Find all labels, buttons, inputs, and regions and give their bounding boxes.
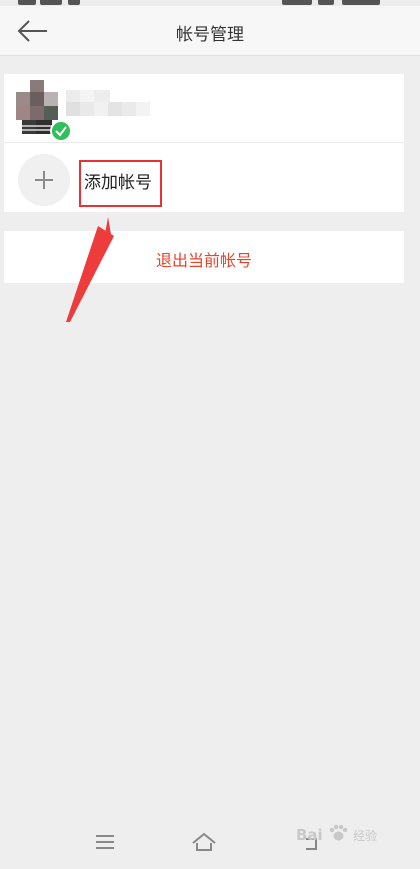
add-account-button[interactable] xyxy=(18,154,70,206)
nav-home-button[interactable] xyxy=(190,829,220,855)
plus-icon xyxy=(35,171,53,189)
logout-card[interactable]: 退出当前帐号 xyxy=(4,231,404,283)
status-icon-fragment xyxy=(282,0,312,5)
status-time-fragment xyxy=(18,0,36,5)
menu-icon xyxy=(96,835,114,849)
check-circle-icon xyxy=(50,120,72,142)
status-time-fragment xyxy=(40,0,62,5)
highlight-box xyxy=(79,160,162,207)
home-icon xyxy=(192,832,216,851)
status-battery-fragment xyxy=(342,0,380,5)
watermark-text: 经验 xyxy=(353,829,378,843)
paw-icon xyxy=(329,824,348,841)
watermark-brand: Bai xyxy=(296,826,323,844)
status-icon-fragment xyxy=(318,0,334,5)
logout-button-label[interactable]: 退出当前帐号 xyxy=(4,247,404,271)
watermark: Bai 经验 xyxy=(296,824,377,844)
app-header: 帐号管理 xyxy=(0,6,420,56)
page-title: 帐号管理 xyxy=(176,25,244,45)
nav-menu-button[interactable] xyxy=(92,829,122,855)
add-account-row[interactable]: 添加帐号 xyxy=(4,144,404,212)
status-icon-fragment xyxy=(68,0,80,5)
